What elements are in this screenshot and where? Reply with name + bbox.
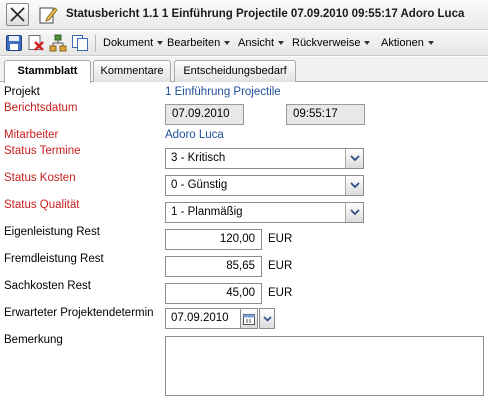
menu-aktionen[interactable]: Aktionen	[381, 37, 434, 49]
menu-dokument[interactable]: Dokument	[103, 37, 164, 49]
save-icon[interactable]	[5, 34, 23, 52]
title-bar: Statusbericht 1.1 1 Einführung Projectil…	[0, 0, 488, 30]
copy-icon[interactable]	[71, 34, 89, 52]
eigenleistung-rest-label: Eigenleistung Rest	[4, 226, 100, 238]
chevron-down-icon	[224, 41, 231, 46]
close-button[interactable]	[6, 3, 29, 26]
delete-icon[interactable]	[27, 34, 45, 52]
dropdown-button[interactable]	[345, 203, 363, 222]
edit-icon[interactable]	[38, 5, 58, 25]
chevron-down-icon	[350, 155, 360, 162]
berichtsdatum-date-field: 07.09.2010	[165, 104, 244, 125]
menu-ansicht[interactable]: Ansicht	[238, 37, 285, 49]
eigenleistung-rest-input[interactable]: 120,00	[165, 229, 262, 250]
status-qualitaet-label: Status Qualität	[4, 199, 80, 211]
fremdleistung-rest-label: Fremdleistung Rest	[4, 253, 104, 265]
fremdleistung-rest-unit: EUR	[268, 260, 293, 272]
chevron-down-icon	[278, 41, 285, 46]
toolbar: Dokument Bearbeiten Ansicht Rückverweise…	[0, 31, 488, 56]
sachkosten-rest-input[interactable]: 45,00	[165, 283, 262, 304]
window-title: Statusbericht 1.1 1 Einführung Projectil…	[66, 8, 465, 20]
menu-bearbeiten[interactable]: Bearbeiten	[167, 37, 231, 49]
bemerkung-label: Bemerkung	[4, 334, 63, 346]
berichtsdatum-label: Berichtsdatum	[4, 102, 78, 114]
projekt-label: Projekt	[4, 86, 40, 98]
erwarteter-termin-label: Erwarteter Projektendetermin	[4, 307, 154, 319]
projekt-link[interactable]: 1 Einführung Projectile	[165, 86, 281, 98]
berichtsdatum-time-field: 09:55:17	[286, 104, 365, 125]
calendar-icon	[243, 314, 255, 325]
status-kosten-value: 0 - Günstig	[171, 179, 228, 191]
chevron-down-icon	[427, 41, 434, 46]
status-termine-value: 3 - Kritisch	[171, 152, 226, 164]
tab-stammblatt[interactable]: Stammblatt	[4, 60, 91, 83]
menu-rueckverweise[interactable]: Rückverweise	[292, 37, 371, 49]
chevron-down-icon	[350, 209, 360, 216]
dropdown-button[interactable]	[345, 176, 363, 195]
sachkosten-rest-label: Sachkosten Rest	[4, 280, 91, 292]
status-termine-select[interactable]: 3 - Kritisch	[165, 148, 364, 169]
mitarbeiter-link[interactable]: Adoro Luca	[165, 129, 224, 141]
sachkosten-rest-unit: EUR	[268, 287, 293, 299]
calendar-button[interactable]	[241, 308, 258, 329]
erwarteter-termin-input[interactable]: 07.09.2010	[165, 308, 241, 329]
fremdleistung-rest-input[interactable]: 85,65	[165, 256, 262, 277]
bemerkung-textarea[interactable]	[165, 336, 484, 396]
tab-kommentare[interactable]: Kommentare	[93, 60, 171, 82]
chevron-down-icon	[157, 41, 164, 46]
chevron-down-icon	[263, 316, 272, 322]
chevron-down-icon	[364, 41, 371, 46]
eigenleistung-rest-unit: EUR	[268, 233, 293, 245]
status-termine-label: Status Termine	[4, 145, 81, 157]
dropdown-button[interactable]	[345, 149, 363, 168]
status-qualitaet-select[interactable]: 1 - Planmäßig	[165, 202, 364, 223]
toolbar-separator	[95, 35, 96, 52]
status-kosten-select[interactable]: 0 - Günstig	[165, 175, 364, 196]
tab-strip: Stammblatt Kommentare Entscheidungsbedar…	[0, 57, 488, 83]
mitarbeiter-label: Mitarbeiter	[4, 129, 59, 141]
tree-icon[interactable]	[49, 34, 67, 52]
tab-entscheidungsbedarf[interactable]: Entscheidungsbedarf	[174, 60, 296, 82]
chevron-down-icon	[350, 182, 360, 189]
status-kosten-label: Status Kosten	[4, 172, 76, 184]
close-icon	[10, 7, 25, 22]
date-dropdown-button[interactable]	[259, 308, 275, 329]
status-qualitaet-value: 1 - Planmäßig	[171, 206, 243, 218]
